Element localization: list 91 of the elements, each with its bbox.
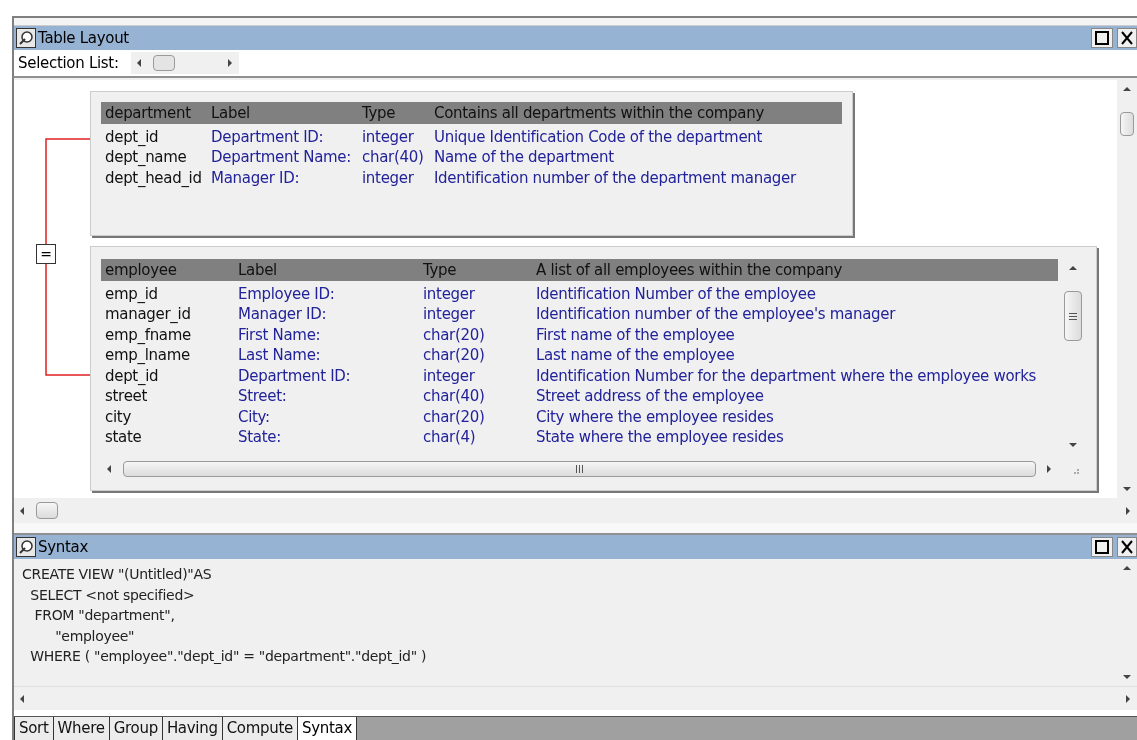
column-name: emp_id [105, 286, 159, 302]
vertical-scrollbar[interactable] [1117, 80, 1137, 498]
tab[interactable]: Sort [14, 717, 53, 740]
grip-icon [1069, 311, 1077, 321]
column-type: integer [362, 170, 415, 186]
column-name: emp_lname [105, 348, 191, 364]
panel-icon [16, 537, 36, 557]
column-label: First Name: [238, 327, 322, 343]
panel-title: Table Layout [38, 27, 129, 49]
scroll-up-icon[interactable] [1068, 263, 1078, 273]
column-name: street [105, 389, 149, 405]
sql-line: "employee" [54, 626, 135, 646]
column-type: char(20) [423, 348, 486, 364]
maximize-icon[interactable] [1091, 537, 1113, 557]
scroll-down-icon[interactable] [1122, 672, 1132, 682]
selection-list-label: Selection List: [18, 52, 119, 74]
join-operator[interactable]: = [36, 244, 56, 264]
close-icon[interactable] [1117, 28, 1137, 48]
column-heading: Label [211, 103, 251, 124]
column-name: emp_fname [105, 327, 192, 343]
column-label: Manager ID: [238, 307, 328, 323]
maximize-icon[interactable] [1091, 28, 1113, 48]
column-type: char(40) [362, 150, 425, 166]
sql-line: SELECT <not specified> [29, 585, 195, 605]
scroll-right-icon[interactable] [1044, 464, 1054, 474]
column-description: State where the employee resides [536, 430, 785, 446]
scroll-thumb[interactable] [1120, 112, 1134, 136]
table-name: employee [105, 260, 178, 281]
column-label: State: [238, 430, 282, 446]
column-label: Employee ID: [238, 286, 336, 302]
column-type: char(40) [423, 389, 486, 405]
column-description: Name of the department [434, 150, 615, 166]
panel-icon [16, 28, 36, 48]
column-label: Department ID: [238, 368, 352, 384]
column-description: Last name of the employee [536, 348, 736, 364]
scroll-thumb[interactable] [152, 55, 175, 71]
column-type: char(4) [423, 430, 477, 446]
column-name: manager_id [105, 307, 192, 323]
scroll-thumb[interactable] [1064, 291, 1082, 341]
scroll-up-icon[interactable] [1122, 84, 1132, 94]
panel-title: Syntax [38, 536, 89, 558]
sql-line: CREATE VIEW "(Untitled)"AS [22, 565, 212, 584]
sql-line: FROM "department", [33, 606, 175, 625]
scroll-thumb[interactable] [123, 460, 1036, 478]
column-label: Department ID: [211, 129, 325, 145]
table-description: A list of all employees within the company [536, 260, 844, 281]
tab[interactable]: Where [52, 717, 109, 740]
table-name: department [105, 103, 192, 124]
column-description: First name of the employee [536, 327, 736, 343]
column-type: integer [423, 368, 476, 384]
column-description: City where the employee resides [536, 409, 775, 425]
column-description: Street address of the employee [536, 389, 765, 405]
column-description: Identification Number of the employee [536, 286, 817, 302]
column-name: dept_id [105, 129, 160, 145]
scroll-up-icon[interactable] [1122, 563, 1132, 573]
column-type: integer [423, 286, 476, 302]
column-label: Last Name: [238, 348, 322, 364]
grip-icon [575, 465, 584, 473]
column-description: Identification number of the department manager [434, 170, 798, 186]
column-name: dept_name [105, 150, 188, 166]
column-label: Manager ID: [211, 170, 301, 186]
column-name: dept_head_id [105, 170, 203, 186]
column-description: Unique Identification Code of the department [434, 129, 764, 145]
column-heading: Type [423, 260, 458, 281]
column-label: Department Name: [211, 150, 353, 166]
column-type: integer [362, 129, 415, 145]
column-description: Identification number of the employee's manager [536, 307, 897, 323]
sql-editor[interactable]: CREATE VIEW "(Untitled)"AS SELECT <not specified> FROM "department", "employee" WHERE ( "employee"."dept_id" = "department"."dept_id" ) [14, 559, 1117, 686]
tab[interactable]: Compute [221, 717, 297, 740]
close-icon[interactable] [1117, 537, 1137, 557]
table-description: Contains all departments within the company [434, 103, 765, 124]
tab[interactable]: Group [108, 717, 162, 740]
column-name: dept_id [105, 368, 160, 384]
column-heading: Type [362, 103, 397, 124]
column-type: integer [423, 307, 476, 323]
scroll-thumb[interactable] [36, 501, 58, 520]
scroll-down-icon[interactable] [1122, 484, 1132, 494]
column-name: city [105, 409, 132, 425]
column-label: Street: [238, 389, 288, 405]
column-type: char(20) [423, 409, 486, 425]
scroll-down-icon[interactable] [1068, 440, 1078, 450]
scroll-right-icon[interactable] [1123, 693, 1133, 704]
column-description: Identification Number for the department where the employee works [536, 368, 1038, 384]
scroll-right-icon[interactable] [1123, 505, 1133, 516]
tab[interactable]: Syntax [296, 717, 357, 740]
tab[interactable]: Having [161, 717, 222, 740]
column-type: char(20) [423, 327, 486, 343]
column-label: City: [238, 409, 271, 425]
sql-line: WHERE ( "employee"."dept_id" = "department"."dept_id" ) [29, 647, 427, 666]
column-heading: Label [238, 260, 278, 281]
column-name: state [105, 430, 143, 446]
